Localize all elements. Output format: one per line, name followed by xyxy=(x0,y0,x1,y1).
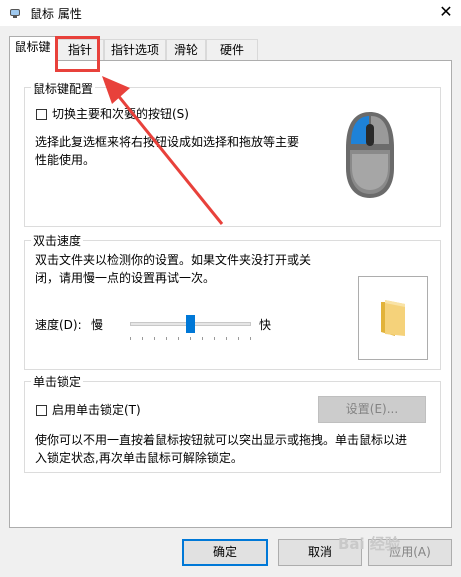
test-folder-area[interactable] xyxy=(358,276,428,360)
click-lock-settings-button[interactable]: 设置(E)... xyxy=(318,396,426,423)
switch-buttons-checkbox[interactable] xyxy=(36,109,47,120)
folder-icon[interactable] xyxy=(377,298,411,338)
speed-slider-thumb[interactable] xyxy=(186,315,195,333)
speed-slider-ticks xyxy=(130,337,251,341)
mouse-image-icon xyxy=(346,112,394,198)
ok-button[interactable]: 确定 xyxy=(182,539,268,566)
slider-tick xyxy=(142,337,143,340)
click-lock-legend: 单击锁定 xyxy=(31,373,84,390)
slider-tick xyxy=(130,337,131,340)
watermark-logo: Bai 经验 xyxy=(338,535,400,553)
window-title: 鼠标 属性 xyxy=(30,7,82,21)
slider-tick xyxy=(226,337,227,340)
tab-wheel[interactable]: 滑轮 xyxy=(166,39,206,60)
tab-pointer-options[interactable]: 指针选项 xyxy=(104,39,166,60)
click-lock-checkbox[interactable] xyxy=(36,405,47,416)
close-icon[interactable]: ✕ xyxy=(436,2,456,22)
tab-hardware[interactable]: 硬件 xyxy=(206,39,258,60)
click-lock-label: 启用单击锁定(T) xyxy=(52,403,141,417)
double-click-legend: 双击速度 xyxy=(31,232,84,249)
slider-tick xyxy=(250,337,251,340)
double-click-description-2: 闭，请用慢一点的设置再试一次。 xyxy=(35,271,216,285)
button-config-legend: 鼠标键配置 xyxy=(31,80,96,97)
click-lock-description-1: 使你可以不用一直按着鼠标按钮就可以突出显示或拖拽。单击鼠标以进 xyxy=(35,433,408,447)
slow-label: 慢 xyxy=(91,318,104,332)
button-config-description-2: 性能使用。 xyxy=(35,153,96,167)
slider-tick xyxy=(238,337,239,340)
mouse-icon xyxy=(10,9,20,18)
slider-tick xyxy=(202,337,203,340)
slider-tick xyxy=(154,337,155,340)
slider-tick xyxy=(178,337,179,340)
fast-label: 快 xyxy=(259,318,272,332)
speed-label: 速度(D): xyxy=(35,318,82,332)
tab-mouse-buttons[interactable]: 鼠标键 xyxy=(9,36,56,61)
annotation-highlight-box xyxy=(55,36,100,72)
title-bar: 鼠标 属性 ✕ xyxy=(0,0,461,26)
slider-tick xyxy=(166,337,167,340)
slider-tick xyxy=(190,337,191,340)
slider-tick xyxy=(214,337,215,340)
double-click-description-1: 双击文件夹以检测你的设置。如果文件夹没打开或关 xyxy=(35,253,312,267)
click-lock-description-2: 入锁定状态,再次单击鼠标可解除锁定。 xyxy=(35,451,243,465)
annotation-arrow xyxy=(102,76,224,225)
